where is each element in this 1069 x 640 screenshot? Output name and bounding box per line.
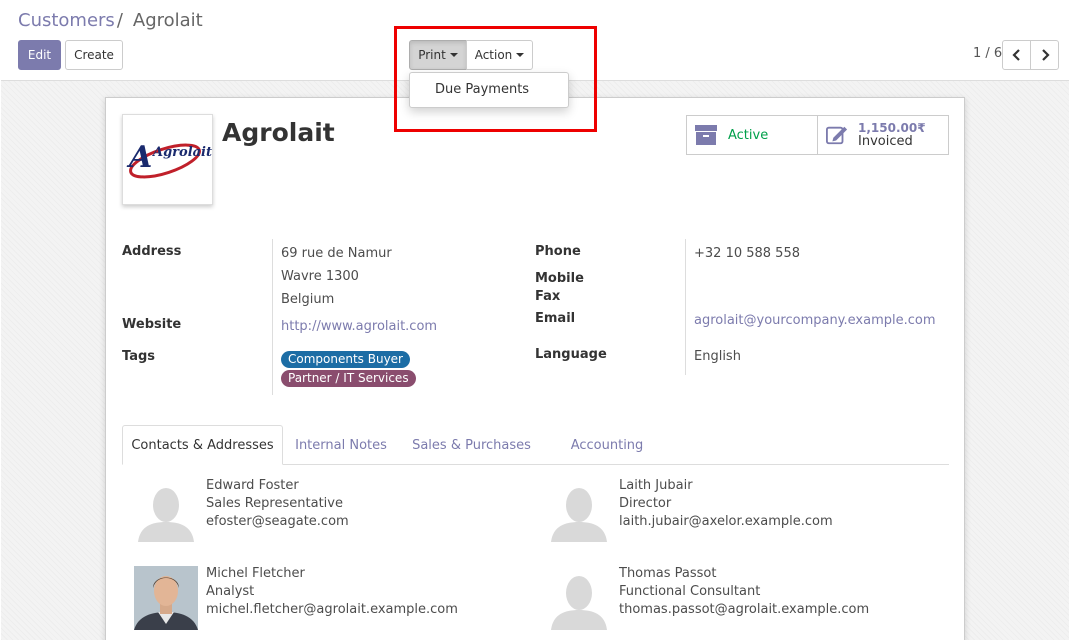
tag-badge[interactable]: Components Buyer [281, 351, 410, 368]
tag-badge[interactable]: Partner / IT Services [281, 370, 416, 387]
breadcrumb-customers-link[interactable]: Customers [18, 10, 115, 31]
address-label: Address [122, 244, 182, 259]
invoiced-stat-button[interactable]: 1,150.00₹ Invoiced [817, 115, 949, 155]
archive-icon [695, 124, 717, 146]
record-title: Agrolait [222, 118, 335, 147]
avatar[interactable] [134, 478, 198, 542]
breadcrumb: Customers / Agrolait [18, 10, 203, 31]
address-city: Wavre 1300 [281, 269, 359, 284]
print-dropdown-button[interactable]: Print [409, 40, 467, 70]
form-sheet: A Agrolait Agrolait Active 1,150.00₹ Inv… [105, 97, 965, 640]
active-label: Active [728, 127, 769, 143]
svg-text:A: A [126, 140, 152, 175]
caret-down-icon [516, 53, 525, 57]
contact-role: Analyst [206, 584, 255, 599]
pager-previous-button[interactable] [1002, 40, 1031, 70]
create-button[interactable]: Create [65, 40, 123, 70]
edit-icon [826, 124, 848, 146]
breadcrumb-separator: / [116, 10, 123, 31]
phone-value: +32 10 588 558 [694, 246, 800, 261]
fax-label: Fax [535, 289, 561, 304]
pager-value[interactable]: 1 / 6 [973, 46, 1002, 61]
active-toggle-button[interactable]: Active [686, 115, 818, 155]
avatar-photo[interactable] [134, 566, 198, 630]
email-label: Email [535, 311, 576, 326]
contact-name[interactable]: Edward Foster [206, 478, 299, 493]
caret-down-icon [449, 53, 458, 57]
contact-email: efoster@seagate.com [206, 514, 349, 529]
contact-email: michel.fletcher@agrolait.example.com [206, 602, 458, 617]
field-divider [272, 239, 273, 395]
contact-name[interactable]: Michel Fletcher [206, 566, 305, 581]
menu-item-due-payments[interactable]: Due Payments [435, 82, 529, 97]
action-button-label: Action [474, 48, 513, 62]
tab-accounting[interactable]: Accounting [547, 425, 667, 465]
edit-button[interactable]: Edit [18, 40, 61, 70]
tab-internal-notes[interactable]: Internal Notes [283, 425, 399, 465]
pager-next-button[interactable] [1030, 40, 1059, 70]
agrolait-logo-image: A Agrolait [126, 140, 212, 179]
print-dropdown-menu: Due Payments [409, 72, 569, 108]
tab-contacts-addresses[interactable]: Contacts & Addresses [122, 425, 283, 465]
website-label: Website [122, 317, 182, 332]
contact-role: Sales Representative [206, 496, 343, 511]
mobile-label: Mobile [535, 271, 584, 286]
chevron-left-icon [1011, 49, 1020, 61]
address-country: Belgium [281, 292, 335, 307]
action-dropdown-button[interactable]: Action [466, 40, 533, 70]
contact-email: laith.jubair@axelor.example.com [619, 514, 833, 529]
contact-email: thomas.passot@agrolait.example.com [619, 602, 870, 617]
control-panel: Customers / Agrolait Edit Create Print Act… [0, 0, 1069, 80]
address-street: 69 rue de Namur [281, 246, 392, 261]
logo-text: Agrolait [151, 145, 212, 160]
language-label: Language [535, 347, 607, 362]
invoiced-amount: 1,150.00₹ [858, 121, 926, 135]
language-value: English [694, 349, 741, 364]
contact-name[interactable]: Thomas Passot [619, 566, 717, 581]
website-link[interactable]: http://www.agrolait.com [281, 319, 437, 334]
field-divider [685, 239, 686, 375]
invoiced-label: Invoiced [858, 134, 913, 149]
email-link[interactable]: agrolait@yourcompany.example.com [694, 313, 936, 328]
company-logo[interactable]: A Agrolait [122, 114, 213, 205]
avatar[interactable] [547, 566, 611, 630]
breadcrumb-current: Agrolait [132, 10, 203, 31]
contact-role: Functional Consultant [619, 584, 761, 599]
tab-sales-purchases[interactable]: Sales & Purchases [402, 425, 541, 465]
phone-label: Phone [535, 244, 581, 259]
avatar[interactable] [547, 478, 611, 542]
chevron-right-icon [1041, 49, 1050, 61]
contact-role: Director [619, 496, 672, 511]
notebook-tabs: Contacts & Addresses Internal Notes Sale… [122, 425, 949, 465]
tags-label: Tags [122, 349, 156, 364]
print-button-label: Print [418, 48, 446, 62]
contact-name[interactable]: Laith Jubair [619, 478, 693, 493]
